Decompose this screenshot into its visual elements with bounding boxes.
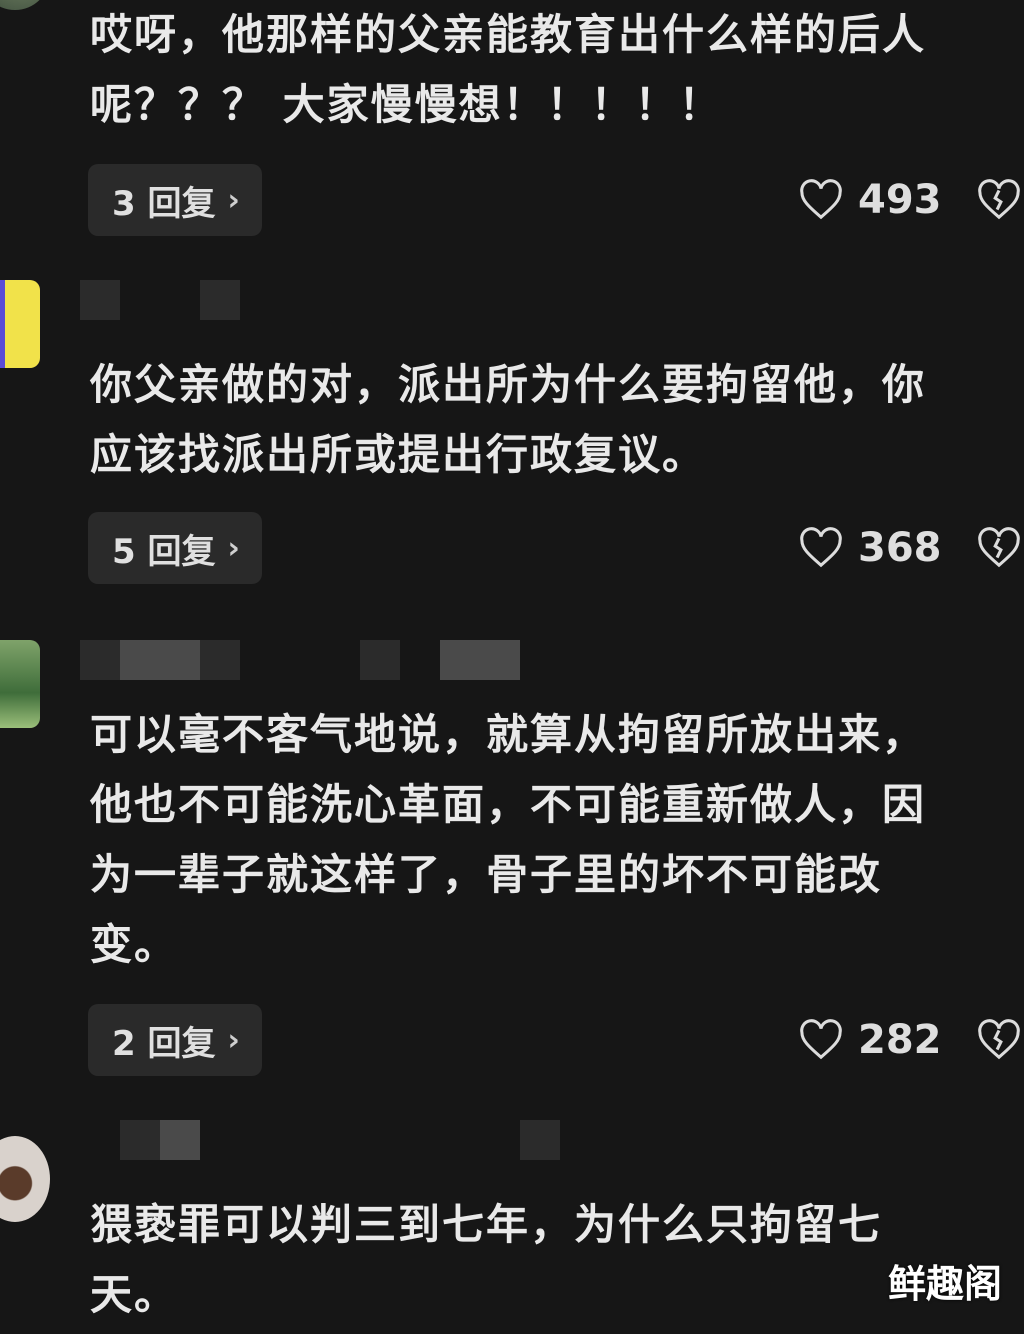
comment-text-line: 他也不可能洗心革面，不可能重新做人，因 [90, 780, 927, 829]
dislike-button[interactable] [974, 512, 1024, 584]
broken-heart-icon [978, 1019, 1020, 1060]
reply-count-label: 3 回复 [112, 183, 216, 224]
like-button[interactable]: 368 [798, 512, 942, 584]
chevron-right-icon: › [227, 1022, 240, 1058]
chevron-right-icon: › [227, 530, 240, 566]
reply-count-label: 2 回复 [112, 1023, 216, 1064]
like-button[interactable]: 282 [798, 1004, 942, 1076]
comment-text-line: 变。 [90, 920, 179, 969]
chevron-right-icon: › [227, 182, 240, 218]
broken-heart-icon [978, 179, 1020, 220]
user-avatar[interactable] [0, 0, 50, 10]
view-replies-button[interactable]: 2 回复 › [88, 1004, 262, 1076]
comment-text: 哎呀，他那样的父亲能教育出什么样的后人 呢？？？ 大家慢慢想！！！！！ [90, 0, 1020, 140]
user-avatar[interactable] [0, 640, 40, 728]
comment-text-line: 为一辈子就这样了，骨子里的坏不可能改 [90, 850, 883, 899]
dislike-button[interactable] [974, 164, 1024, 236]
comment-text-line: 你父亲做的对，派出所为什么要拘留他，你 [90, 360, 927, 409]
comment-text-line: 应该找派出所或提出行政复议。 [90, 430, 707, 479]
view-replies-button[interactable]: 5 回复 › [88, 512, 262, 584]
comment-text-line: 猥亵罪可以判三到七年，为什么只拘留七 [90, 1200, 883, 1249]
heart-outline-icon [800, 1019, 842, 1060]
comment-text-line: 天。 [90, 1270, 179, 1319]
dislike-button[interactable] [974, 1004, 1024, 1076]
like-count: 282 [858, 1017, 942, 1063]
comment-text-line: 可以毫不客气地说，就算从拘留所放出来， [90, 710, 927, 759]
reply-count-label: 5 回复 [112, 531, 216, 572]
comment-text: 可以毫不客气地说，就算从拘留所放出来， 他也不可能洗心革面，不可能重新做人，因 … [90, 700, 1020, 980]
comment-text: 你父亲做的对，派出所为什么要拘留他，你 应该找派出所或提出行政复议。 [90, 350, 1020, 490]
like-button[interactable]: 493 [798, 164, 942, 236]
heart-outline-icon [800, 179, 842, 220]
comment-text-line: 哎呀，他那样的父亲能教育出什么样的后人 [90, 10, 927, 59]
user-avatar[interactable] [0, 280, 40, 368]
user-avatar[interactable] [0, 1136, 50, 1222]
comment-text: 猥亵罪可以判三到七年，为什么只拘留七 天。 [90, 1190, 1020, 1330]
heart-outline-icon [800, 527, 842, 568]
comment-text-line: 呢？？？ 大家慢慢想！！！！！ [90, 80, 723, 129]
broken-heart-icon [978, 527, 1020, 568]
view-replies-button[interactable]: 3 回复 › [88, 164, 262, 236]
like-count: 493 [858, 177, 942, 223]
watermark: 鲜趣阁 [887, 1262, 1002, 1306]
like-count: 368 [858, 525, 942, 571]
